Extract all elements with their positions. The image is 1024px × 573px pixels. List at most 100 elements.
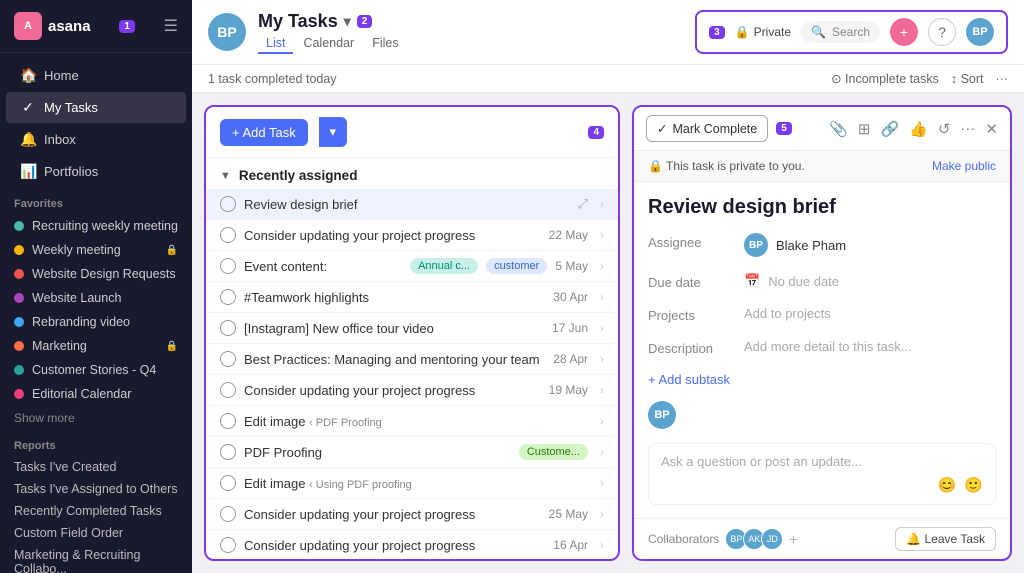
sidebar-item-inbox[interactable]: 🔔 Inbox: [6, 124, 186, 155]
tab-row: List Calendar Files: [258, 34, 407, 54]
task-checkbox-7[interactable]: [220, 413, 236, 429]
task-row[interactable]: Best Practices: Managing and mentoring y…: [206, 344, 618, 375]
favorite-label-0: Recruiting weekly meeting: [32, 219, 178, 233]
task-checkbox-10[interactable]: [220, 506, 236, 522]
task-row[interactable]: Consider updating your project progress …: [206, 375, 618, 406]
report-item-4[interactable]: Marketing & Recruiting Collabo...: [0, 544, 192, 573]
sort-button[interactable]: ↕ Sort: [951, 72, 984, 86]
favorite-dot-3: [14, 293, 24, 303]
sidebar-item-portfolios[interactable]: 📊 Portfolios: [6, 156, 186, 187]
task-row[interactable]: Consider updating your project progress …: [206, 220, 618, 251]
task-checkbox-4[interactable]: [220, 320, 236, 336]
report-item-1[interactable]: Tasks I've Assigned to Others: [0, 478, 192, 500]
attachment-icon[interactable]: 📎: [829, 120, 848, 138]
report-item-0[interactable]: Tasks I've Created: [0, 456, 192, 478]
report-item-3[interactable]: Custom Field Order: [0, 522, 192, 544]
mark-complete-label: Mark Complete: [672, 122, 757, 136]
comment-input[interactable]: Ask a question or post an update...: [661, 454, 930, 494]
task-row[interactable]: [Instagram] New office tour video 17 Jun…: [206, 313, 618, 344]
tab-list[interactable]: List: [258, 34, 293, 54]
subtask-icon[interactable]: ⊞: [858, 120, 871, 138]
due-date-value[interactable]: 📅 No due date: [744, 273, 839, 289]
comment-area[interactable]: Ask a question or post an update... 😊 🙂: [648, 443, 996, 505]
header-badge: 2: [357, 15, 373, 28]
task-checkbox-8[interactable]: [220, 444, 236, 460]
mark-complete-button[interactable]: ✓ Mark Complete: [646, 115, 768, 142]
hamburger-icon[interactable]: ☰: [164, 16, 178, 36]
task-row[interactable]: Consider updating your project progress …: [206, 530, 618, 561]
lock-icon: 🔒: [735, 25, 750, 39]
favorite-item-7[interactable]: Editorial Calendar: [0, 382, 192, 406]
description-value[interactable]: Add more detail to this task...: [744, 339, 912, 354]
leave-task-button[interactable]: 🔔 Leave Task: [895, 527, 996, 551]
task-checkbox-0[interactable]: [220, 196, 236, 212]
report-item-2[interactable]: Recently Completed Tasks: [0, 500, 192, 522]
task-date-1: 22 May: [549, 228, 588, 242]
make-public-link[interactable]: Make public: [932, 159, 996, 173]
task-date-10: 25 May: [549, 507, 588, 521]
task-row[interactable]: Edit image ‹ Using PDF proofing ›: [206, 468, 618, 499]
task-checkbox-9[interactable]: [220, 475, 236, 491]
task-checkbox-11[interactable]: [220, 537, 236, 553]
refresh-icon[interactable]: ↺: [938, 120, 951, 138]
task-row[interactable]: Consider updating your project progress …: [206, 499, 618, 530]
task-date-11: 16 Apr: [553, 538, 588, 552]
task-chevron-1: ›: [600, 228, 604, 242]
task-row[interactable]: Review design brief ⤢ ›: [206, 189, 618, 220]
favorite-label-1: Weekly meeting: [32, 243, 121, 257]
favorite-item-3[interactable]: Website Launch: [0, 286, 192, 310]
user-avatar: BP: [208, 13, 246, 51]
sidebar-item-my-tasks[interactable]: ✓ My Tasks: [6, 92, 186, 123]
favorite-item-4[interactable]: Rebranding video: [0, 310, 192, 334]
task-name-8: PDF Proofing: [244, 445, 511, 460]
search-box[interactable]: 🔍 Search: [801, 21, 880, 43]
task-checkbox-6[interactable]: [220, 382, 236, 398]
add-subtask-button[interactable]: + Add subtask: [634, 364, 1010, 395]
search-placeholder: Search: [832, 25, 870, 39]
add-button[interactable]: +: [890, 18, 918, 46]
comment-icons: 😊 🙂: [938, 476, 983, 494]
task-row[interactable]: Edit image ‹ PDF Proofing ›: [206, 406, 618, 437]
favorite-item-0[interactable]: Recruiting weekly meeting: [0, 214, 192, 238]
home-icon: 🏠: [20, 67, 36, 84]
task-checkbox-5[interactable]: [220, 351, 236, 367]
sidebar: A asana 1 ☰ 🏠 Home ✓ My Tasks 🔔 Inbox 📊 …: [0, 0, 192, 573]
task-checkbox-1[interactable]: [220, 227, 236, 243]
add-task-dropdown-button[interactable]: ▾: [319, 117, 347, 147]
task-name-5: Best Practices: Managing and mentoring y…: [244, 352, 545, 367]
more-icon[interactable]: ···: [960, 120, 975, 137]
tab-calendar[interactable]: Calendar: [295, 34, 362, 54]
task-checkbox-2[interactable]: [220, 258, 236, 274]
user-avatar-small[interactable]: BP: [966, 18, 994, 46]
sidebar-item-home[interactable]: 🏠 Home: [6, 60, 186, 91]
add-collaborator-button[interactable]: +: [789, 531, 797, 547]
help-button[interactable]: ?: [928, 18, 956, 46]
favorite-item-6[interactable]: Customer Stories - Q4: [0, 358, 192, 382]
task-checkbox-3[interactable]: [220, 289, 236, 305]
show-more-link[interactable]: Show more: [0, 406, 192, 430]
favorite-dot-4: [14, 317, 24, 327]
smile-icon[interactable]: 🙂: [964, 476, 983, 494]
close-icon[interactable]: ✕: [985, 120, 998, 138]
favorites-section-title: Favorites: [0, 188, 192, 214]
incomplete-tasks-filter[interactable]: ⊙ Incomplete tasks: [831, 71, 939, 86]
title-dropdown-arrow[interactable]: ▾: [344, 13, 351, 30]
task-row[interactable]: #Teamwork highlights 30 Apr ›: [206, 282, 618, 313]
private-badge: 🔒 Private: [735, 25, 791, 39]
add-task-button[interactable]: + Add Task: [220, 119, 308, 146]
like-icon[interactable]: 👍: [909, 120, 928, 138]
favorite-item-2[interactable]: Website Design Requests: [0, 262, 192, 286]
tab-files[interactable]: Files: [364, 34, 406, 54]
link-icon[interactable]: 🔗: [880, 120, 899, 138]
favorite-item-1[interactable]: Weekly meeting 🔒: [0, 238, 192, 262]
tag-custome: Custome...: [519, 444, 588, 460]
task-row[interactable]: Event content: Annual c... customer 5 Ma…: [206, 251, 618, 282]
more-options-button[interactable]: ···: [996, 72, 1009, 86]
section-recently-assigned[interactable]: ▼ Recently assigned: [206, 158, 618, 189]
assignee-value[interactable]: BP Blake Pham: [744, 233, 846, 257]
task-row[interactable]: PDF Proofing Custome... ›: [206, 437, 618, 468]
emoji-icon[interactable]: 😊: [938, 476, 957, 494]
favorite-item-5[interactable]: Marketing 🔒: [0, 334, 192, 358]
favorite-dot-0: [14, 221, 24, 231]
projects-value[interactable]: Add to projects: [744, 306, 831, 321]
